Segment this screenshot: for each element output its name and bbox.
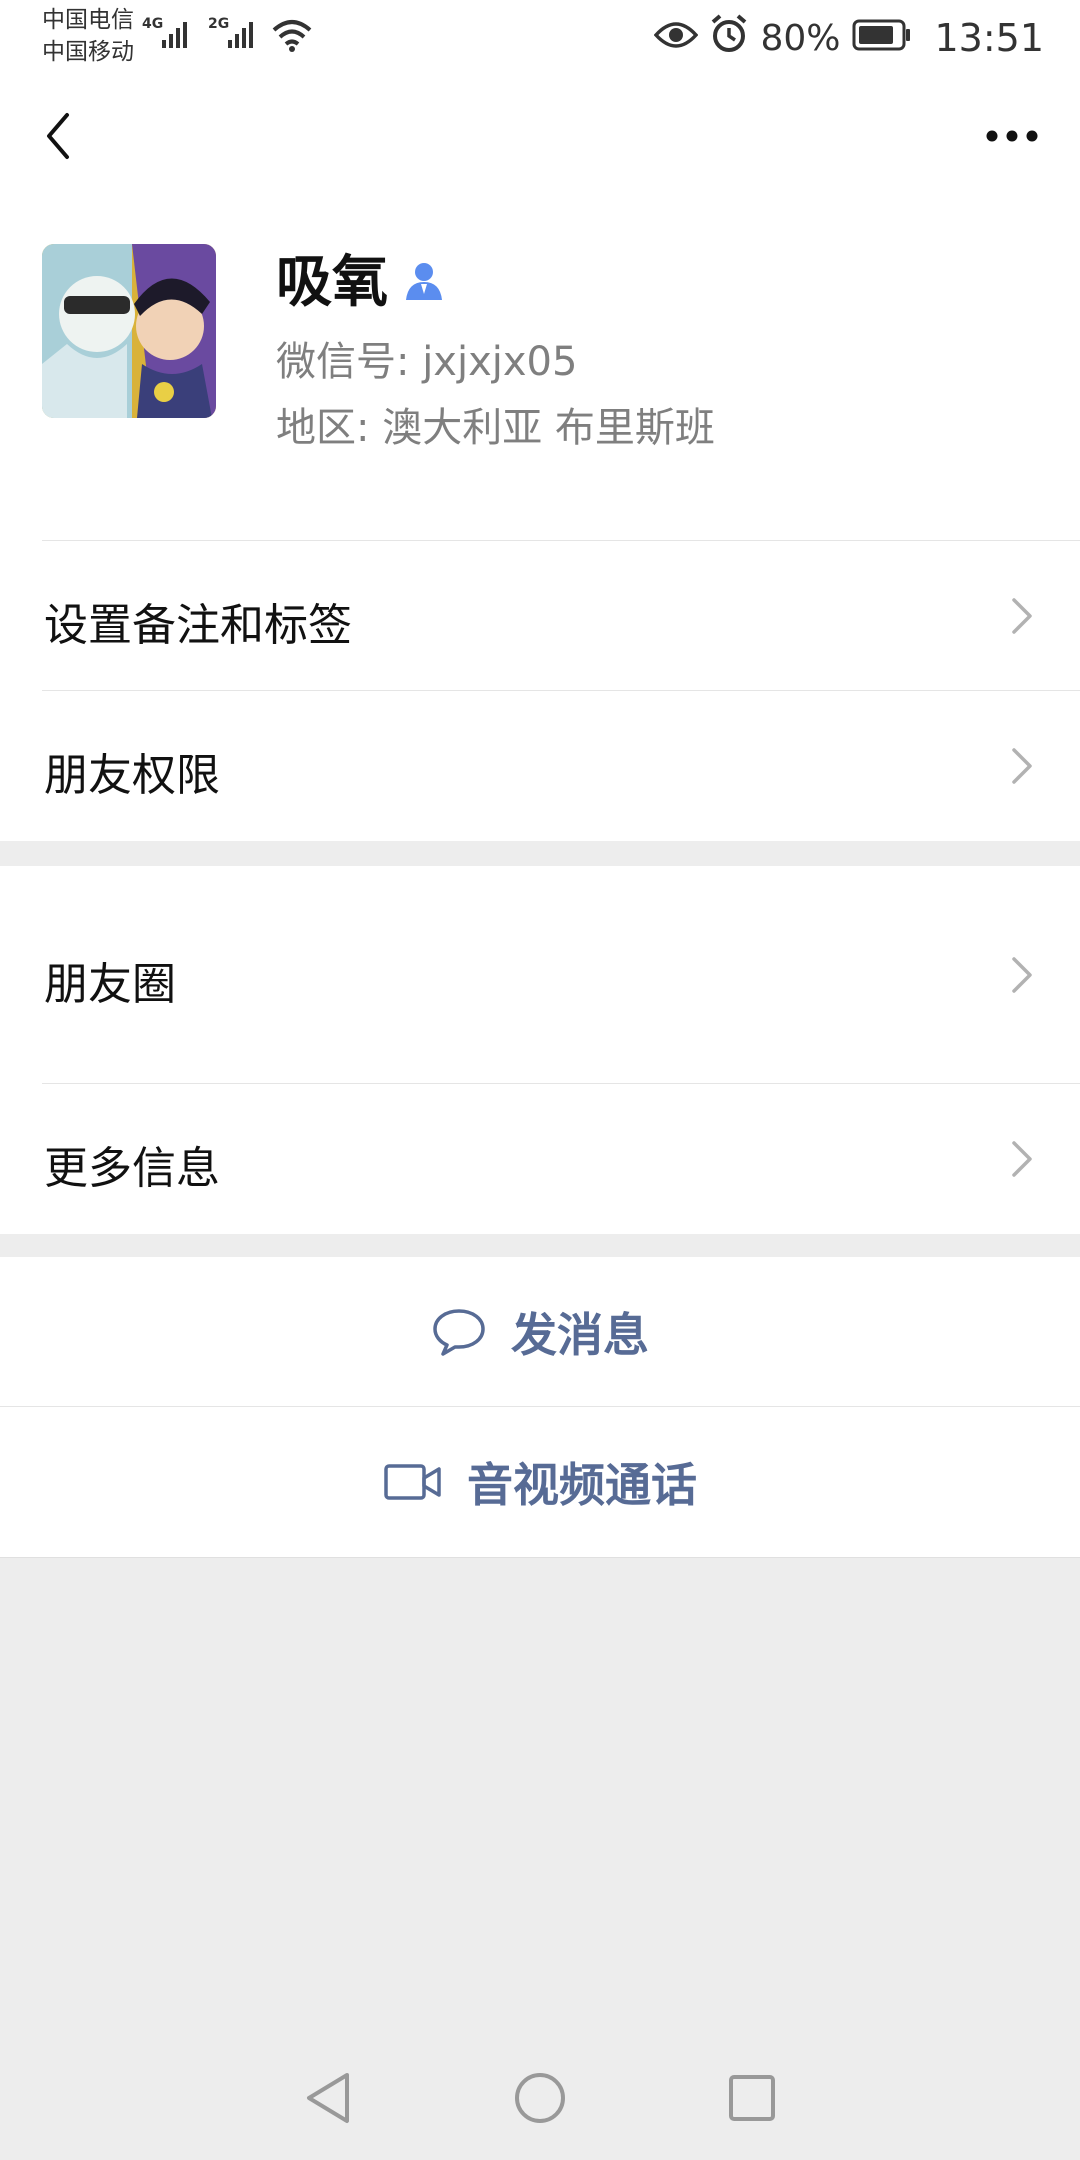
menu-item-friend-permissions[interactable]: 朋友权限 [0, 691, 1080, 841]
status-bar: 中国电信 中国移动 4G 2G 80% 13:51 [0, 0, 1080, 76]
carrier-info: 中国电信 中国移动 [42, 4, 134, 68]
send-message-button[interactable]: 发消息 [0, 1257, 1080, 1407]
menu-item-moments[interactable]: 朋友圈 [0, 866, 1080, 1084]
wechat-id: 微信号: jxjxjx05 [276, 339, 578, 385]
send-message-label: 发消息 [511, 1308, 649, 1362]
video-camera-icon [384, 1464, 441, 1500]
wifi-icon [272, 18, 312, 58]
more-dots-icon [986, 130, 1038, 142]
nav-home-icon[interactable] [513, 2071, 567, 2129]
divider [0, 1557, 1080, 1558]
region: 地区: 澳大利亚 布里斯班 [276, 405, 715, 451]
nav-recents-icon[interactable] [727, 2073, 777, 2127]
nav-back-icon[interactable] [303, 2071, 353, 2129]
name-row: 吸氧 [276, 248, 444, 318]
alarm-icon [710, 13, 748, 63]
battery-percent: 80% [760, 17, 841, 59]
battery-icon [852, 16, 912, 60]
chevron-right-icon [1012, 748, 1032, 784]
eye-icon [654, 16, 699, 60]
clock: 13:51 [934, 16, 1044, 60]
chevron-right-icon [1012, 1141, 1032, 1177]
carrier-2: 中国移动 [42, 39, 134, 65]
back-button[interactable] [28, 106, 88, 166]
menu-item-label: 更多信息 [44, 1143, 220, 1194]
avatar[interactable] [42, 244, 216, 418]
menu-item-more-info[interactable]: 更多信息 [0, 1084, 1080, 1234]
contact-name: 吸氧 [276, 250, 388, 315]
profile-card: 吸氧 微信号: jxjxjx05 地区: 澳大利亚 布里斯班 [0, 196, 1080, 541]
system-navigation-bar [0, 2040, 1080, 2160]
video-call-button[interactable]: 音视频通话 [0, 1407, 1080, 1557]
carrier-1: 中国电信 [42, 7, 134, 33]
chevron-right-icon [1012, 598, 1032, 634]
status-right: 80% 13:51 [654, 10, 1044, 66]
contact-profile-screen: 中国电信 中国移动 4G 2G 80% 13:51 吸氧 微信号: jxjxjx… [0, 0, 1080, 2160]
contact-person-icon [404, 260, 444, 306]
menu-item-remarks-tags[interactable]: 设置备注和标签 [0, 541, 1080, 691]
video-call-label: 音视频通话 [467, 1458, 697, 1512]
more-button[interactable] [972, 106, 1052, 166]
menu-item-label: 设置备注和标签 [44, 600, 352, 651]
menu-item-label: 朋友圈 [44, 959, 176, 1010]
header [0, 76, 1080, 196]
chevron-right-icon [1012, 957, 1032, 993]
menu-item-label: 朋友权限 [44, 750, 220, 801]
chevron-left-icon [47, 113, 69, 159]
chat-bubble-icon [433, 1309, 485, 1356]
